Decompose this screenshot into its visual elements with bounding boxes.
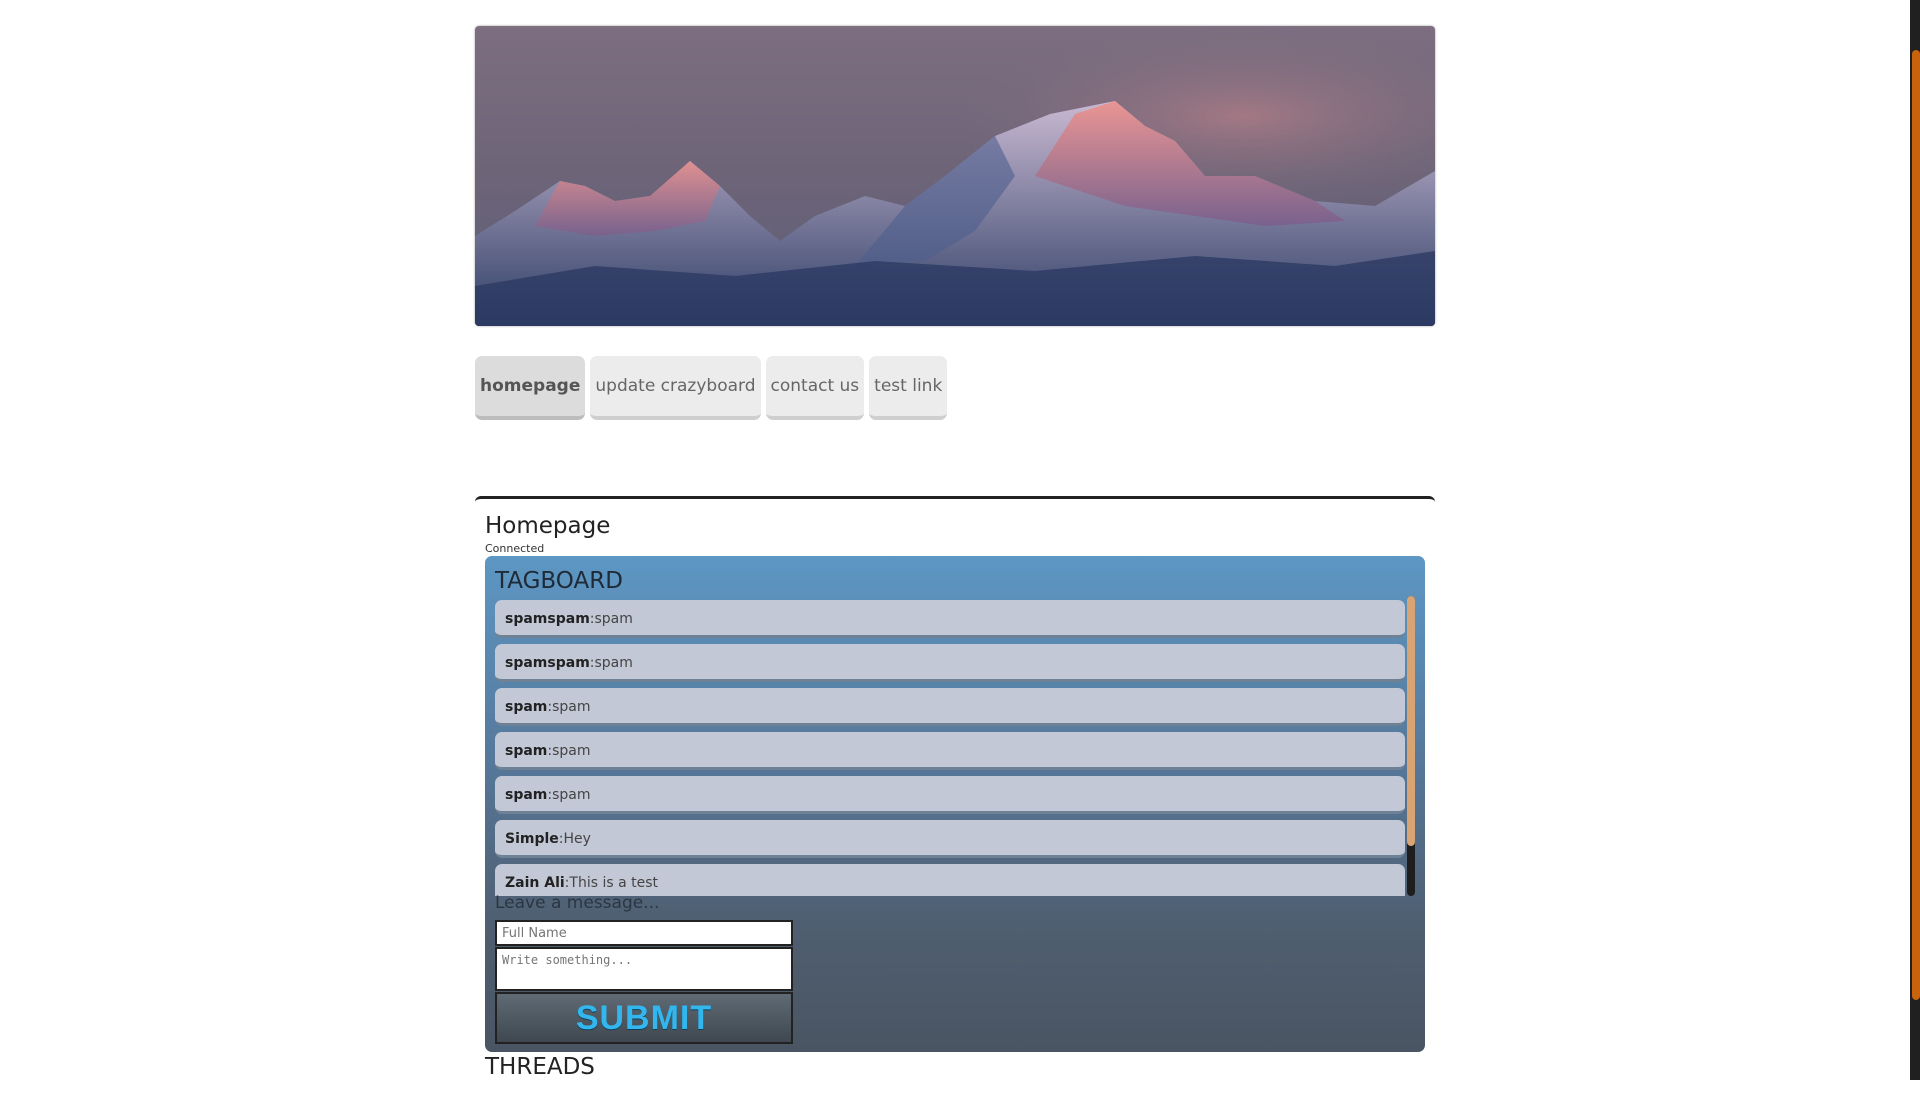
message-author: Simple bbox=[505, 831, 559, 847]
message-item: spam:spam bbox=[495, 776, 1405, 814]
main-nav: homepage update crazyboard contact us te… bbox=[475, 356, 948, 420]
message-author: spamspam bbox=[505, 655, 590, 671]
tagboard-panel: TAGBOARD spamspam:spam spamspam:spam spa… bbox=[485, 556, 1425, 1052]
page-scroll-thumb[interactable] bbox=[1912, 50, 1920, 1000]
page-title: Homepage bbox=[485, 513, 611, 539]
message-text: This is a test bbox=[569, 875, 658, 891]
message-item: spamspam:spam bbox=[495, 644, 1405, 682]
nav-tab-homepage[interactable]: homepage bbox=[475, 356, 586, 420]
message-item: spam:spam bbox=[495, 688, 1405, 726]
message-list[interactable]: spamspam:spam spamspam:spam spam:spam sp… bbox=[495, 600, 1405, 896]
connection-status: Connected bbox=[485, 542, 545, 555]
message-author: spam bbox=[505, 787, 548, 803]
nav-tab-test-link[interactable]: test link bbox=[869, 356, 948, 420]
threads-title: THREADS bbox=[485, 1054, 595, 1080]
message-author: spam bbox=[505, 699, 548, 715]
message-item: spamspam:spam bbox=[495, 600, 1405, 638]
mountain-banner-image bbox=[475, 26, 1435, 326]
message-text: Hey bbox=[563, 831, 591, 847]
message-list-scroll-thumb[interactable] bbox=[1407, 596, 1415, 846]
message-item: Zain Ali:This is a test bbox=[495, 864, 1405, 896]
message-text: spam bbox=[594, 655, 633, 671]
message-item: spam:spam bbox=[495, 732, 1405, 770]
full-name-input[interactable] bbox=[495, 920, 793, 946]
message-text: spam bbox=[594, 611, 633, 627]
content-panel: Homepage Connected TAGBOARD spamspam:spa… bbox=[475, 496, 1435, 1099]
tagboard-title: TAGBOARD bbox=[495, 568, 623, 594]
message-text: spam bbox=[552, 699, 591, 715]
message-item: Simple:Hey bbox=[495, 820, 1405, 858]
message-author: Zain Ali bbox=[505, 875, 565, 891]
message-author: spamspam bbox=[505, 611, 590, 627]
submit-button[interactable]: SUBMIT bbox=[495, 992, 793, 1044]
leave-message-label: Leave a message... bbox=[495, 893, 660, 913]
nav-tab-contact-us[interactable]: contact us bbox=[765, 356, 865, 420]
message-author: spam bbox=[505, 743, 548, 759]
nav-tab-update-crazyboard[interactable]: update crazyboard bbox=[590, 356, 761, 420]
message-textarea[interactable] bbox=[495, 947, 793, 991]
message-text: spam bbox=[552, 743, 591, 759]
message-text: spam bbox=[552, 787, 591, 803]
